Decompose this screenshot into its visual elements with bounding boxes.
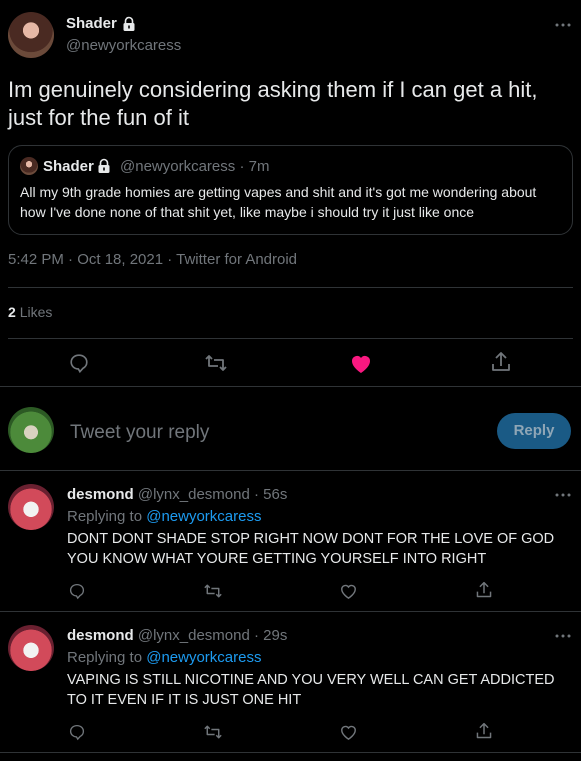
author-handle[interactable]: @newyorkcaress (66, 37, 181, 54)
likes-count: 2 (8, 304, 16, 320)
quoted-handle: @newyorkcaress · 7m (120, 158, 269, 175)
retweet-icon[interactable] (203, 582, 223, 600)
reply-text: VAPING IS STILL NICOTINE AND YOU VERY WE… (67, 672, 555, 708)
retweet-icon[interactable] (203, 723, 223, 741)
share-icon[interactable] (475, 721, 493, 741)
reply-text: DONT DONT SHADE STOP RIGHT NOW DONT FOR … (67, 531, 555, 567)
author-display-name[interactable]: Shader (66, 15, 117, 32)
share-icon[interactable] (490, 350, 512, 374)
tweet-text: Im genuinely considering asking them if … (8, 77, 538, 130)
like-icon[interactable] (339, 582, 358, 600)
user-avatar[interactable] (8, 407, 54, 453)
divider (8, 338, 573, 339)
quoted-author-avatar (20, 157, 38, 175)
likes-count-link[interactable]: 2 Likes (8, 304, 52, 320)
replying-to-link[interactable]: @newyorkcaress (146, 649, 261, 666)
reply-time[interactable]: · 29s (254, 627, 287, 644)
divider (0, 470, 581, 471)
lock-icon (96, 158, 112, 174)
like-icon[interactable] (349, 352, 373, 374)
quoted-time: · 7m (239, 158, 270, 175)
reply-time[interactable]: · 56s (254, 486, 287, 503)
more-icon[interactable] (554, 492, 572, 498)
reply-icon[interactable] (68, 582, 86, 600)
reply-header: desmond @lynx_desmond · 56s (67, 486, 287, 503)
quoted-display-name: Shader (43, 158, 94, 175)
divider (8, 287, 573, 288)
reply-author-avatar[interactable] (8, 625, 54, 671)
reply-author-handle[interactable]: @lynx_desmond (138, 486, 250, 503)
more-icon[interactable] (554, 633, 572, 639)
divider (0, 386, 581, 387)
quoted-tweet-text: All my 9th grade homies are getting vape… (20, 184, 537, 220)
replying-prefix: Replying to (67, 508, 143, 525)
reply-header: desmond @lynx_desmond · 29s (67, 627, 287, 644)
reply-author-name[interactable]: desmond (67, 486, 134, 503)
reply-author-name[interactable]: desmond (67, 627, 134, 644)
author-avatar[interactable] (8, 12, 54, 58)
reply-icon[interactable] (68, 723, 86, 741)
reply-button[interactable]: Reply (497, 413, 571, 449)
tweet-timestamp[interactable]: 5:42 PM · Oct 18, 2021 · Twitter for And… (8, 251, 297, 268)
divider (0, 752, 581, 753)
reply-author-avatar[interactable] (8, 484, 54, 530)
retweet-icon[interactable] (204, 352, 228, 374)
reply-input[interactable] (68, 418, 472, 448)
replying-to-line: Replying to @newyorkcaress (67, 508, 261, 525)
replying-to-link[interactable]: @newyorkcaress (146, 508, 261, 525)
quoted-handle-text: @newyorkcaress (120, 158, 236, 175)
divider (0, 611, 581, 612)
more-icon[interactable] (554, 22, 572, 28)
replying-to-line: Replying to @newyorkcaress (67, 649, 261, 666)
reply-icon[interactable] (68, 352, 90, 374)
like-icon[interactable] (339, 723, 358, 741)
share-icon[interactable] (475, 580, 493, 600)
lock-icon (121, 16, 137, 32)
replying-prefix: Replying to (67, 649, 143, 666)
likes-label: Likes (19, 304, 53, 320)
reply-author-handle[interactable]: @lynx_desmond (138, 627, 250, 644)
